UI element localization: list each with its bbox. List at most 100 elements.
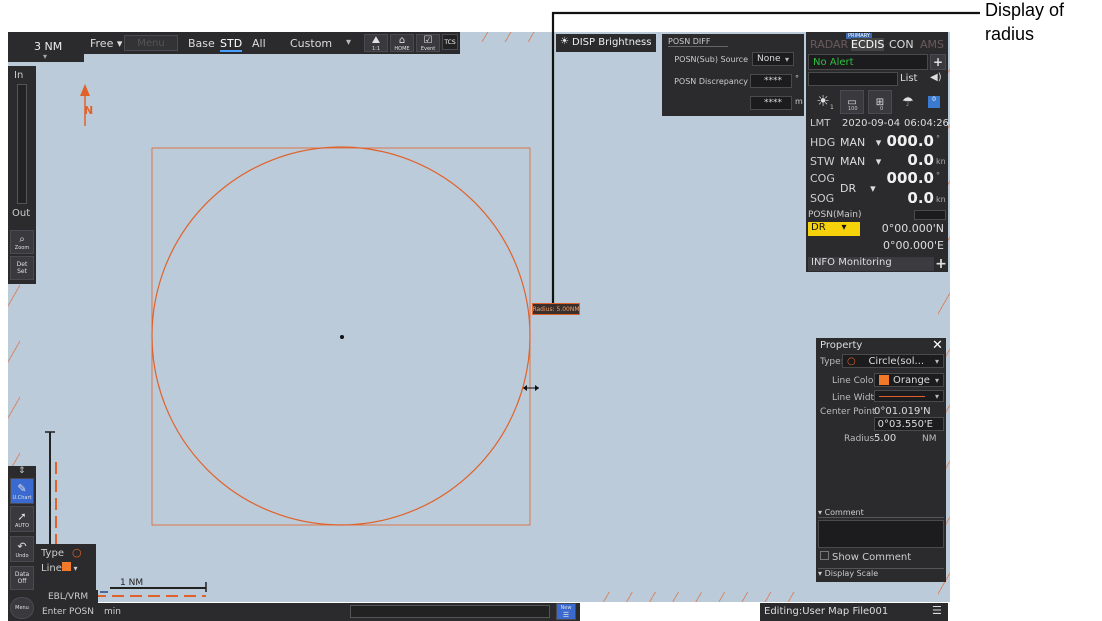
radius-label: Radius — [844, 434, 875, 444]
ebl-vrm-button[interactable]: EBL/VRM — [48, 592, 88, 602]
auto-button[interactable]: ➚ AUTO — [10, 506, 34, 532]
sog-label: SOG — [810, 192, 835, 205]
display-icon-sub: 100 — [848, 106, 858, 112]
radius-value[interactable]: 5.00 — [874, 433, 896, 444]
base-button[interactable]: Base — [188, 37, 215, 50]
posn-discrepancy-label: POSN Discrepancy — [674, 77, 748, 86]
cog-label: COG — [810, 172, 835, 185]
zoom-icon: ⌕ — [19, 233, 25, 245]
radius-display-tag: Radius: 5.00NM — [532, 303, 580, 315]
screen-icon[interactable]: 0 — [922, 90, 946, 114]
alert-add-button[interactable]: + — [930, 54, 946, 70]
stw-label: STW — [810, 155, 835, 168]
det-set-button[interactable]: Det Set — [10, 256, 34, 280]
sog-value: 0.0 — [907, 189, 934, 207]
property-type-label: Type: — [820, 357, 844, 367]
hdg-value: 000.0 — [886, 132, 934, 150]
tcs-button[interactable]: TCS — [442, 34, 458, 50]
enter-posn-button[interactable]: Enter POSN — [42, 607, 94, 617]
tab-ecdis[interactable]: ECDIS — [851, 38, 885, 51]
zoom-button[interactable]: ⌕ Zoom — [10, 230, 34, 254]
posn-main-label: POSN(Main) — [808, 210, 862, 220]
line-width-label: Line Width — [832, 393, 880, 403]
home-icon[interactable]: ⌂ HOME — [390, 34, 414, 52]
alert-field: No Alert — [808, 54, 928, 70]
tab-ams[interactable]: AMS — [920, 38, 944, 51]
north-label: N — [84, 104, 94, 117]
posn-sub-source-label: POSN(Sub) Source — [674, 55, 748, 64]
posn-distance-value: **** — [750, 96, 792, 110]
stw-unit: kn — [936, 157, 946, 166]
cog-value: 000.0 — [886, 169, 934, 187]
center-lon[interactable]: 0°03.550'E — [874, 417, 944, 431]
file-list-icon[interactable]: ☰ — [932, 604, 942, 617]
man-overboard-icon[interactable]: ☂ — [896, 90, 920, 114]
info-monitoring-label: INFO Monitoring — [808, 257, 934, 271]
speaker-icon[interactable]: ◀) — [930, 72, 942, 83]
hdg-unit: ° — [936, 134, 940, 143]
posn-lat: 0°00.000'N — [881, 222, 944, 235]
range-value[interactable]: 3 NM — [34, 40, 62, 53]
stw-source[interactable]: MAN ▾ — [840, 155, 881, 168]
undo-button[interactable]: ↶ Undo — [10, 536, 34, 562]
disp-brightness-label: DISP Brightness — [572, 37, 652, 48]
line-color-label: Line Color — [832, 376, 878, 386]
menu-button[interactable]: Menu — [10, 597, 34, 619]
line-color-select[interactable]: Orange — [874, 373, 944, 387]
lmt-label: LMT — [810, 118, 831, 129]
type-circle-icon[interactable]: ○ — [72, 546, 82, 559]
undo-icon: ↶ — [17, 539, 27, 553]
zoom-in-label[interactable]: In — [14, 70, 23, 81]
property-close-button[interactable]: ✕ — [932, 338, 943, 353]
property-type-select[interactable]: ○ Circle(sol... — [842, 354, 944, 368]
tab-radar[interactable]: RADAR — [810, 38, 848, 51]
posn-diff-title: POSN DIFF — [668, 37, 728, 47]
center-lat: 0°01.019'N — [874, 406, 931, 417]
sog-unit: kn — [936, 195, 946, 204]
comment-section[interactable]: ▾ Comment — [818, 508, 944, 518]
annotation-line2: radius — [985, 24, 1035, 44]
line-color-mini-select[interactable]: ▾ — [62, 562, 78, 573]
std-button[interactable]: STD — [220, 37, 243, 52]
stw-value: 0.0 — [907, 151, 934, 169]
user-chart-button[interactable]: ✎ U.Chart — [10, 478, 34, 504]
disabled-button: Menu — [124, 35, 178, 51]
circle-center-point — [340, 335, 344, 339]
lmt-time: 06:04:26 — [904, 118, 949, 129]
zoom-out-label[interactable]: Out — [12, 208, 30, 219]
new-button[interactable]: New ☰ — [556, 603, 576, 620]
custom-button[interactable]: Custom — [290, 37, 332, 50]
pencil-icon: ✎ — [17, 481, 27, 495]
orange-swatch — [879, 375, 889, 385]
cog-unit: ° — [936, 171, 940, 180]
alert-list-button[interactable]: List — [900, 73, 917, 84]
lmt-date: 2020-09-04 — [842, 118, 901, 129]
brightness-sub: 1 — [830, 104, 834, 111]
event-icon[interactable]: ☑ Event — [416, 34, 440, 52]
comment-textarea[interactable] — [818, 520, 944, 548]
zoom-slider[interactable] — [17, 84, 27, 204]
scale-1-1-icon[interactable]: ⛰ 1:1 — [364, 34, 388, 52]
center-point-label: Center Point — [820, 407, 876, 417]
property-title: Property — [820, 340, 863, 351]
mode-select[interactable]: Free ▾ — [90, 37, 122, 50]
data-off-button[interactable]: Data Off — [10, 566, 34, 590]
posn-discrepancy-value: **** — [750, 74, 792, 88]
toolbar-expand-icon[interactable]: ⇕ — [18, 466, 26, 476]
show-comment-checkbox[interactable]: Show Comment — [820, 551, 911, 563]
dr-source[interactable]: DR ▾ — [840, 182, 876, 195]
tab-con[interactable]: CON — [889, 38, 914, 51]
custom-dropdown-icon[interactable]: ▾ — [346, 37, 351, 48]
display-scale-section[interactable]: ▾ Display Scale — [818, 568, 944, 578]
hdg-source[interactable]: MAN ▾ — [840, 136, 881, 149]
info-monitoring-add-button[interactable]: + — [934, 256, 948, 272]
posn-main-status — [914, 210, 946, 220]
range-dropdown-icon[interactable]: ▾ — [43, 52, 47, 61]
all-button[interactable]: All — [252, 37, 266, 50]
line-width-select[interactable] — [874, 390, 944, 402]
posn-sub-source-select[interactable]: None — [752, 52, 794, 66]
message-field — [350, 605, 550, 618]
posn-source-select[interactable]: DR ▾ — [808, 222, 860, 236]
resize-cursor-icon — [523, 385, 539, 391]
posn-discrepancy-unit: ° — [795, 74, 799, 83]
